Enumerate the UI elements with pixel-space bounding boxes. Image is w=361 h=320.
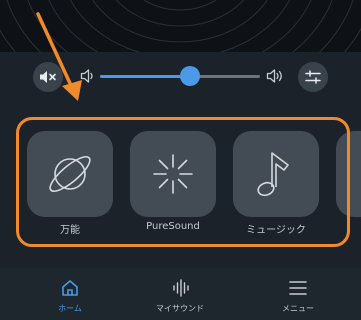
nav-my-sound-label: マイサウンド — [156, 304, 204, 313]
volume-high-icon — [266, 69, 282, 83]
mode-label-puresound: PureSound — [146, 221, 200, 232]
nav-my-sound[interactable]: マイサウンド — [120, 268, 240, 320]
bottom-navigation: ホーム マイサウンド メニュー — [0, 268, 361, 320]
mode-card-music[interactable] — [233, 131, 319, 217]
mode-label-universal: 万能 — [60, 225, 80, 236]
now-playing-artwork — [0, 0, 361, 52]
home-icon — [62, 280, 78, 296]
sparkle-icon — [153, 154, 193, 194]
speaker-mute-icon — [40, 71, 56, 83]
ripple-artwork-icon — [0, 0, 361, 52]
equalizer-settings-button[interactable] — [298, 62, 328, 92]
music-note-icon — [257, 152, 289, 197]
nav-home[interactable]: ホーム — [10, 268, 130, 320]
volume-slider-fill — [100, 75, 190, 78]
sliders-icon — [305, 70, 321, 84]
soundwave-icon — [173, 279, 189, 297]
menu-icon — [289, 281, 307, 295]
volume-low-icon — [80, 69, 93, 83]
volume-slider[interactable] — [100, 66, 260, 86]
nav-menu-label: メニュー — [282, 304, 314, 313]
planet-icon — [49, 156, 91, 192]
mode-card-next[interactable] — [336, 131, 361, 217]
mode-card-puresound[interactable] — [130, 131, 216, 217]
nav-home-label: ホーム — [58, 304, 82, 313]
volume-control-row — [0, 52, 361, 102]
nav-menu[interactable]: メニュー — [238, 268, 358, 320]
mute-button[interactable] — [33, 62, 63, 92]
sound-mode-carousel[interactable]: 万能 PureSound ミュージック — [0, 118, 361, 258]
volume-slider-thumb[interactable] — [179, 66, 200, 86]
mode-card-universal[interactable] — [27, 131, 113, 217]
mode-label-music: ミュージック — [246, 225, 306, 236]
